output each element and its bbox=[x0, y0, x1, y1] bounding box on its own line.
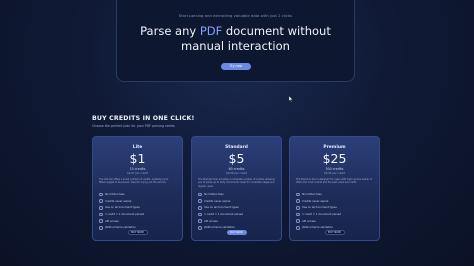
plan-feature: No hidden fees bbox=[198, 191, 275, 198]
check-icon bbox=[198, 205, 202, 210]
hero-title-accent: PDF bbox=[199, 24, 223, 38]
check-icon bbox=[198, 219, 202, 223]
plan-credits: 15 credits bbox=[129, 167, 146, 171]
plan-card-lite: Lite $1 15 credits $0.07 per credit The … bbox=[92, 136, 183, 241]
plan-per-credit: $0.05 per credit bbox=[324, 171, 345, 175]
buy-now-button-premium[interactable]: BUY NOW bbox=[324, 230, 345, 235]
credits-section-title: BUY CREDITS IN ONE CLICK! bbox=[92, 115, 195, 122]
plan-per-credit: $0.07 per credit bbox=[127, 171, 148, 175]
plan-feature: Credits never expire bbox=[296, 198, 373, 205]
buy-now-button-standard[interactable]: BUY NOW bbox=[226, 230, 247, 235]
check-icon bbox=[99, 212, 103, 217]
hero-subtitle: Start parsing and extracting valuable da… bbox=[178, 13, 293, 18]
check-icon bbox=[99, 205, 103, 210]
plan-price: $25 bbox=[322, 151, 347, 166]
hero-title: Parse any PDF document without manual in… bbox=[127, 24, 344, 53]
plan-feature: Use on all document types bbox=[99, 204, 176, 211]
plan-feature: No hidden fees bbox=[99, 191, 176, 198]
check-icon bbox=[198, 225, 202, 230]
plan-price: $5 bbox=[228, 151, 245, 166]
plan-feature: API access bbox=[198, 218, 275, 225]
plan-name: Lite bbox=[132, 145, 143, 150]
plan-feature: Credits never expire bbox=[198, 198, 275, 205]
plan-feature: No hidden fees bbox=[296, 191, 373, 198]
plan-feature: 1 credit = 1 document parsed bbox=[99, 211, 176, 218]
check-icon bbox=[296, 192, 300, 197]
check-icon bbox=[296, 225, 300, 230]
check-icon bbox=[296, 205, 300, 210]
try-now-button[interactable]: Try now bbox=[221, 63, 251, 70]
hero-title-start: Parse any bbox=[140, 24, 200, 38]
plan-name: Standard bbox=[225, 145, 248, 150]
plan-feature: API access bbox=[99, 218, 176, 225]
plan-description: The Standard tier provides a moderate nu… bbox=[198, 178, 275, 188]
plan-card-standard: Standard $5 60 credits $0.08 per credit … bbox=[191, 136, 282, 241]
plan-per-credit: $0.08 per credit bbox=[226, 171, 247, 175]
mouse-cursor-icon bbox=[289, 96, 293, 102]
plan-description: The Lite tier offers a small number of c… bbox=[99, 178, 169, 185]
plan-name: Premium bbox=[323, 145, 346, 150]
check-icon bbox=[296, 199, 300, 203]
plan-description: The Premium tier is designed for users w… bbox=[296, 178, 372, 185]
plan-price: $1 bbox=[129, 151, 146, 166]
plan-feature: API access bbox=[296, 218, 373, 225]
plan-feature-list: No hidden fees Credits never expire Use … bbox=[296, 191, 373, 231]
check-icon bbox=[99, 192, 103, 197]
check-icon bbox=[99, 225, 103, 230]
plan-credits: 60 credits bbox=[228, 167, 245, 171]
check-icon bbox=[198, 192, 202, 197]
check-icon bbox=[198, 199, 202, 203]
plan-feature: 1 credit = 1 document parsed bbox=[296, 211, 373, 218]
check-icon bbox=[99, 219, 103, 223]
plan-feature: Use on all document types bbox=[198, 204, 275, 211]
buy-now-button-lite[interactable]: BUY NOW bbox=[127, 230, 148, 235]
check-icon bbox=[296, 212, 300, 217]
plan-card-premium: Premium $25 500 credits $0.05 per credit… bbox=[289, 136, 380, 241]
check-icon bbox=[198, 212, 202, 217]
plan-credits: 500 credits bbox=[325, 167, 344, 171]
plan-feature-list: No hidden fees Credits never expire Use … bbox=[99, 191, 176, 231]
plan-feature: Credits never expire bbox=[99, 198, 176, 205]
credits-section-subtitle: Choose the perfect plan for your PDF par… bbox=[92, 124, 175, 128]
plan-feature-list: No hidden fees Credits never expire Use … bbox=[198, 191, 275, 231]
check-icon bbox=[99, 199, 103, 203]
plan-feature: Use on all document types bbox=[296, 204, 373, 211]
check-icon bbox=[296, 219, 300, 223]
plan-feature: 1 credit = 1 document parsed bbox=[198, 211, 275, 218]
hero-panel: Start parsing and extracting valuable da… bbox=[116, 0, 355, 82]
